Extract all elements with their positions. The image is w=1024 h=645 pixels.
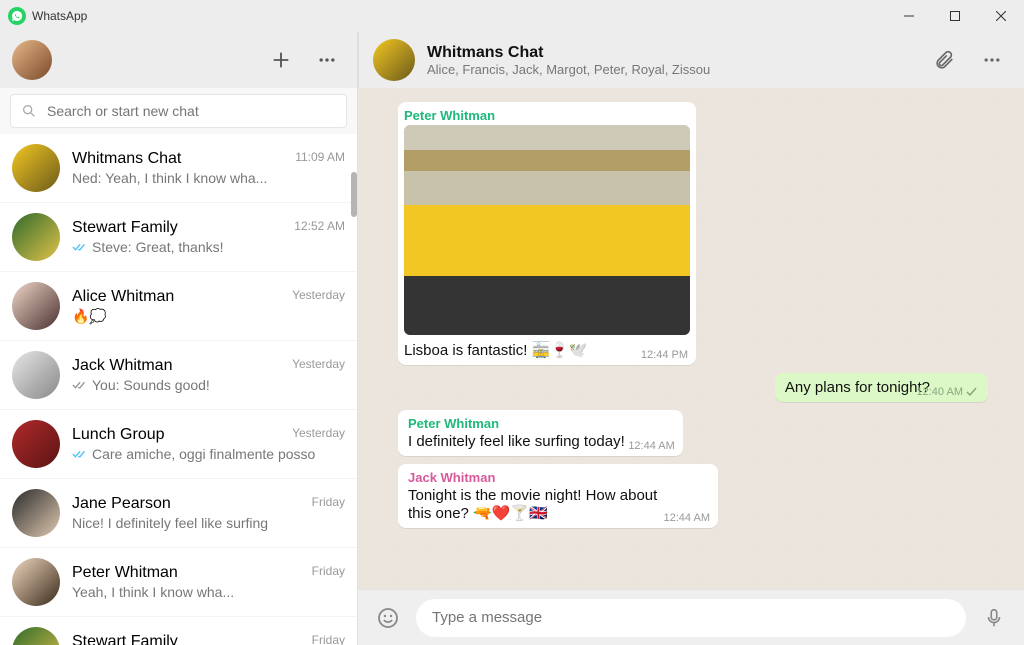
chat-name: Peter Whitman xyxy=(72,564,178,582)
chat-time: 12:52 AM xyxy=(294,219,345,237)
chat-list-item[interactable]: Whitmans Chat 11:09 AM Ned: Yeah, I thin… xyxy=(0,134,357,203)
whatsapp-icon xyxy=(8,7,26,25)
search-input-wrapper[interactable] xyxy=(10,94,347,128)
tick-icon xyxy=(72,380,88,390)
chat-name: Stewart Family xyxy=(72,633,178,645)
window-titlebar: WhatsApp xyxy=(0,0,1024,32)
avatar xyxy=(12,213,60,261)
chat-list-item[interactable]: Jack Whitman Yesterday You: Sounds good! xyxy=(0,341,357,410)
message-input[interactable] xyxy=(416,599,966,637)
avatar xyxy=(12,420,60,468)
avatar xyxy=(12,627,60,645)
message-timestamp: 12:44 AM xyxy=(628,440,674,452)
message-bubble-incoming[interactable]: Peter Whitman Lisboa is fantastic! 🚋🍷🕊️ … xyxy=(398,102,696,365)
chat-menu-button[interactable] xyxy=(974,42,1010,78)
avatar xyxy=(12,489,60,537)
chat-name: Alice Whitman xyxy=(72,288,174,306)
message-bubble-outgoing[interactable]: Any plans for tonight? 12:40 AM xyxy=(775,373,988,402)
message-photo[interactable] xyxy=(404,125,690,335)
chat-name: Whitmans Chat xyxy=(72,150,181,168)
menu-icon xyxy=(317,50,337,70)
conversation-header[interactable]: Whitmans Chat Alice, Francis, Jack, Marg… xyxy=(358,32,1024,88)
attach-button[interactable] xyxy=(926,42,962,78)
chat-name: Jack Whitman xyxy=(72,357,172,375)
chat-preview: You: Sounds good! xyxy=(72,377,345,393)
sidebar-header xyxy=(0,32,357,88)
chat-name: Lunch Group xyxy=(72,426,165,444)
plus-icon xyxy=(270,49,292,71)
avatar xyxy=(12,144,60,192)
chat-time: Yesterday xyxy=(292,426,345,444)
chat-list-item[interactable]: Jane Pearson Friday Nice! I definitely f… xyxy=(0,479,357,548)
chat-preview: Steve: Great, thanks! xyxy=(72,239,345,255)
message-timestamp: 12:44 AM xyxy=(664,512,710,524)
scrollbar-thumb[interactable] xyxy=(351,172,357,217)
chat-time: Yesterday xyxy=(292,357,345,375)
message-sender: Peter Whitman xyxy=(408,416,675,431)
chat-avatar xyxy=(373,39,415,81)
message-timestamp: 12:44 PM xyxy=(641,349,688,361)
chat-list-item[interactable]: Stewart Family Friday Steve: Great, than… xyxy=(0,617,357,645)
chat-time: 11:09 AM xyxy=(295,150,345,168)
close-button[interactable] xyxy=(978,0,1024,32)
chat-list[interactable]: Whitmans Chat 11:09 AM Ned: Yeah, I thin… xyxy=(0,134,357,645)
window-title: WhatsApp xyxy=(32,9,87,23)
chat-list-item[interactable]: Stewart Family 12:52 AM Steve: Great, th… xyxy=(0,203,357,272)
avatar xyxy=(12,558,60,606)
tick-icon xyxy=(72,242,88,252)
chat-time: Friday xyxy=(312,495,345,513)
chat-preview: Ned: Yeah, I think I know wha... xyxy=(72,170,345,186)
message-sender: Jack Whitman xyxy=(408,470,710,485)
search-input[interactable] xyxy=(47,103,336,119)
chat-time: Yesterday xyxy=(292,288,345,306)
self-avatar[interactable] xyxy=(12,40,52,80)
message-thread[interactable]: Peter Whitman Lisboa is fantastic! 🚋🍷🕊️ … xyxy=(358,88,1024,589)
minimize-button[interactable] xyxy=(886,0,932,32)
new-chat-button[interactable] xyxy=(263,42,299,78)
message-composer xyxy=(358,589,1024,645)
chat-subtitle: Alice, Francis, Jack, Margot, Peter, Roy… xyxy=(427,62,710,77)
message-timestamp: 12:40 AM xyxy=(917,386,980,398)
mic-button[interactable] xyxy=(976,600,1012,636)
chat-list-item[interactable]: Alice Whitman Yesterday 🔥💭 xyxy=(0,272,357,341)
maximize-button[interactable] xyxy=(932,0,978,32)
tick-icon xyxy=(72,449,88,459)
chat-time: Friday xyxy=(312,633,345,645)
chat-name: Stewart Family xyxy=(72,219,178,237)
message-bubble-incoming[interactable]: Peter Whitman I definitely feel like sur… xyxy=(398,410,683,456)
emoji-button[interactable] xyxy=(370,600,406,636)
message-sender: Peter Whitman xyxy=(404,108,690,123)
chat-time: Friday xyxy=(312,564,345,582)
attach-icon xyxy=(933,49,955,71)
chat-list-item[interactable]: Peter Whitman Friday Yeah, I think I kno… xyxy=(0,548,357,617)
avatar xyxy=(12,282,60,330)
avatar xyxy=(12,351,60,399)
chat-preview: Care amiche, oggi finalmente posso xyxy=(72,446,345,462)
conversation-panel: Whitmans Chat Alice, Francis, Jack, Marg… xyxy=(358,32,1024,645)
chat-title: Whitmans Chat xyxy=(427,44,710,62)
emoji-icon xyxy=(376,606,400,630)
mic-icon xyxy=(983,607,1005,629)
sidebar-menu-button[interactable] xyxy=(309,42,345,78)
chat-preview: Nice! I definitely feel like surfing xyxy=(72,515,345,531)
chat-list-item[interactable]: Lunch Group Yesterday Care amiche, oggi … xyxy=(0,410,357,479)
menu-icon xyxy=(982,50,1002,70)
tick-icon xyxy=(966,387,980,397)
search-icon xyxy=(21,103,37,119)
chat-preview: Yeah, I think I know wha... xyxy=(72,584,345,600)
message-bubble-incoming[interactable]: Jack Whitman Tonight is the movie night!… xyxy=(398,464,718,528)
chat-preview: 🔥💭 xyxy=(72,308,345,325)
chat-name: Jane Pearson xyxy=(72,495,171,513)
sidebar: Whitmans Chat 11:09 AM Ned: Yeah, I thin… xyxy=(0,32,358,645)
